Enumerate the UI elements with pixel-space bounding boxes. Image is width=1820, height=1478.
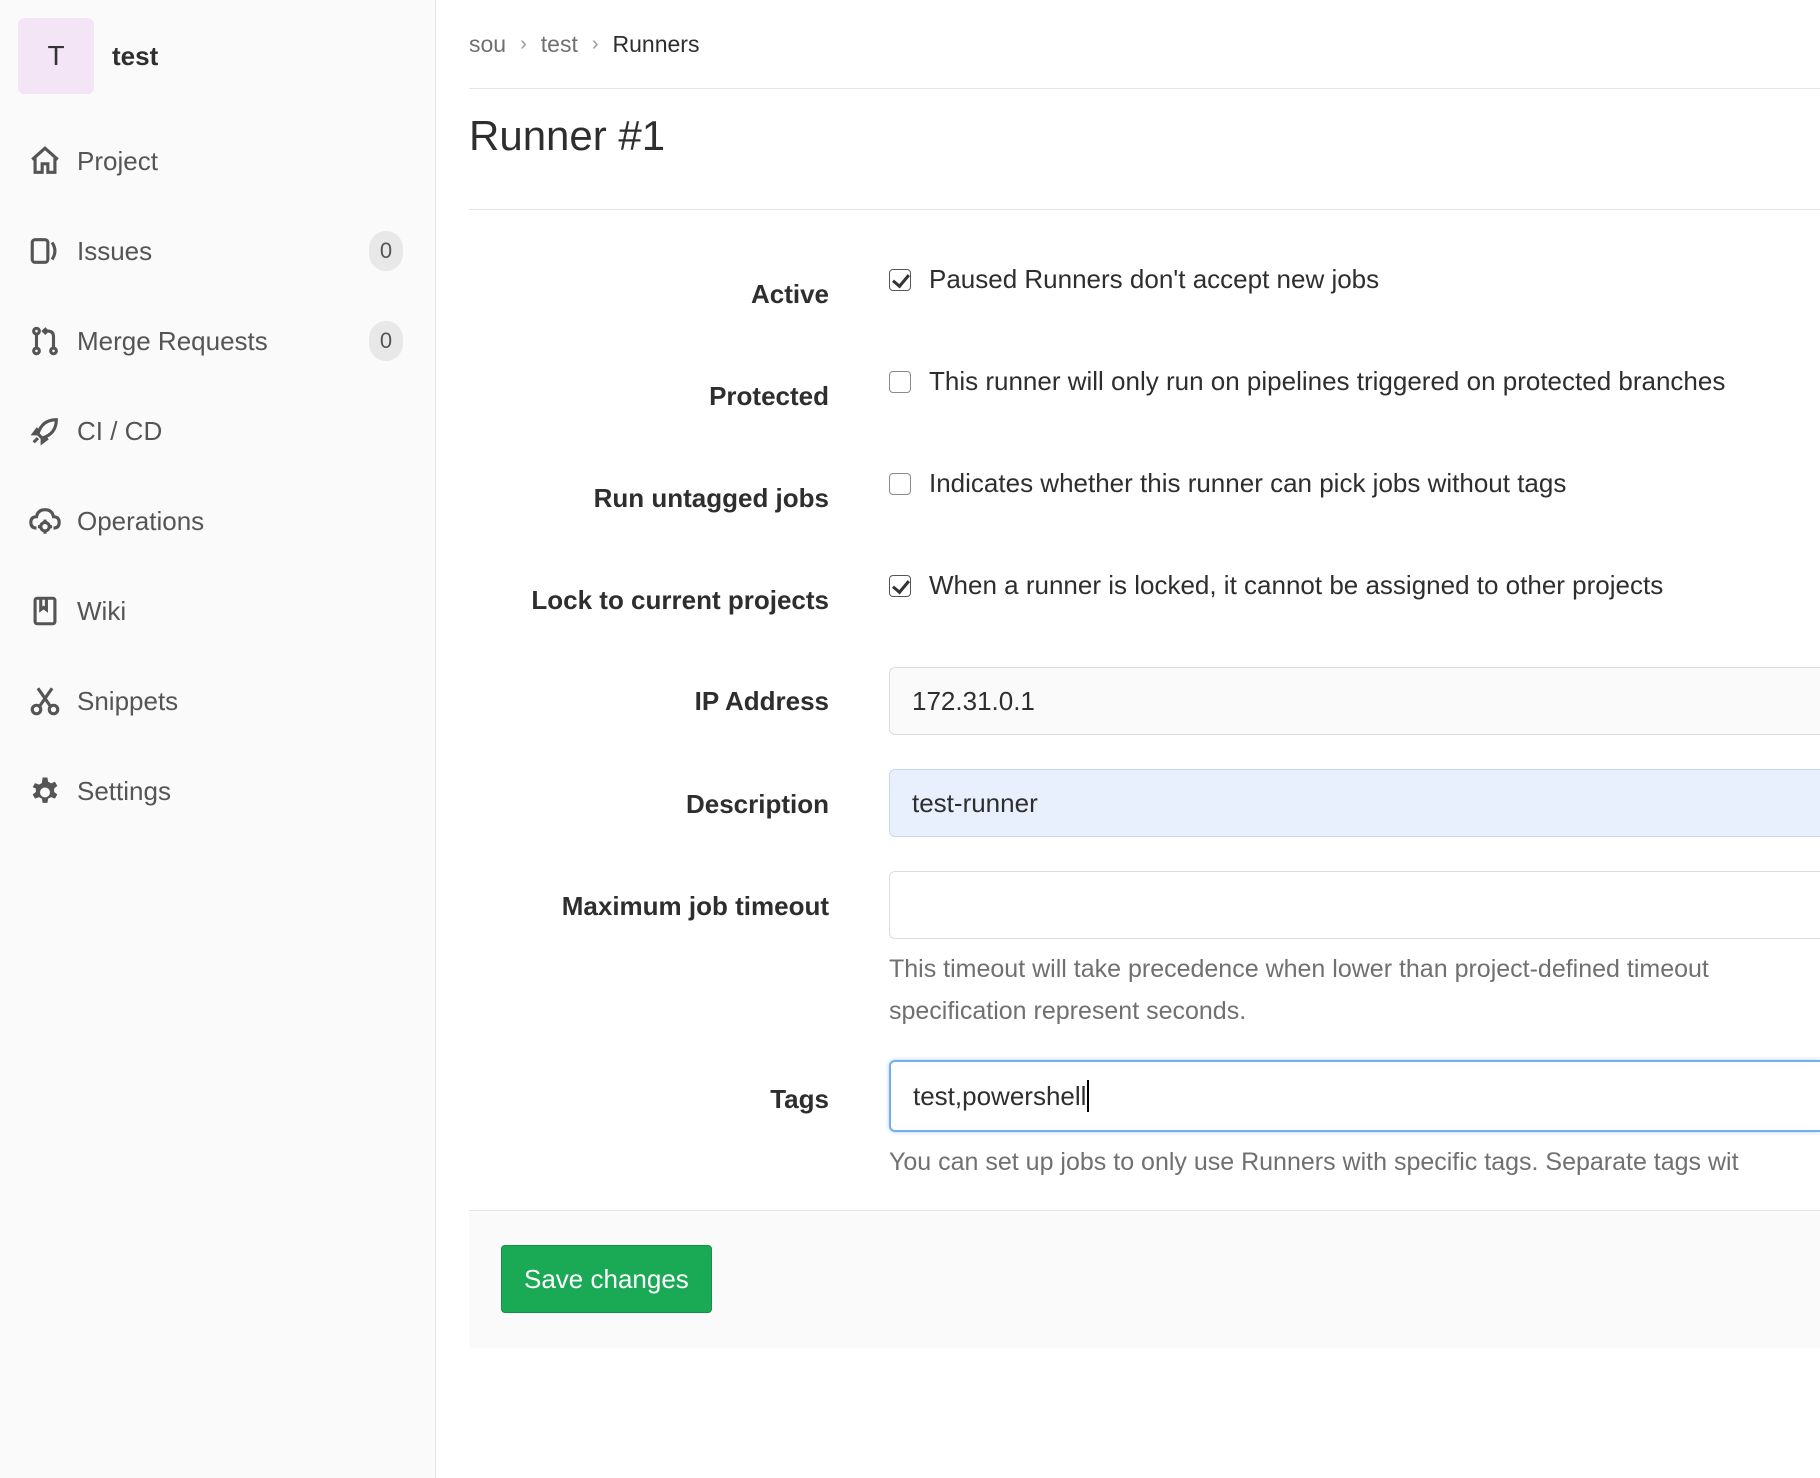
sidebar-item-settings[interactable]: Settings xyxy=(0,746,435,836)
tags-field[interactable]: test,powershell xyxy=(889,1060,1820,1132)
sidebar-item-label: Snippets xyxy=(77,685,179,716)
ip-address-field[interactable]: 172.31.0.1 xyxy=(889,667,1820,735)
page-title: Runner #1 xyxy=(469,112,666,159)
lock-projects-description: When a runner is locked, it cannot be as… xyxy=(929,570,1664,600)
max-timeout-help: This timeout will take precedence when l… xyxy=(889,948,1820,1032)
divider xyxy=(469,88,1820,89)
breadcrumb-item[interactable]: test xyxy=(541,31,578,58)
cloud-gear-icon xyxy=(28,504,62,538)
sidebar-item-label: CI / CD xyxy=(77,415,163,446)
divider xyxy=(469,209,1820,210)
text-caret xyxy=(1087,1080,1090,1112)
breadcrumb-item[interactable]: sou xyxy=(469,31,506,58)
description-field[interactable]: test-runner xyxy=(889,769,1820,837)
sidebar-item-label: Merge Requests xyxy=(77,325,268,356)
protected-description: This runner will only run on pipelines t… xyxy=(929,366,1726,396)
breadcrumb-item-current[interactable]: Runners xyxy=(613,31,700,58)
lock-projects-checkbox[interactable] xyxy=(889,574,911,597)
project-name[interactable]: test xyxy=(112,41,158,72)
sidebar-item-operations[interactable]: Operations xyxy=(0,476,435,566)
description-label: Description xyxy=(685,789,829,819)
active-option[interactable]: Paused Runners don't accept new jobs xyxy=(889,264,1379,295)
run-untagged-description: Indicates whether this runner can pick j… xyxy=(929,468,1567,498)
active-description: Paused Runners don't accept new jobs xyxy=(929,264,1380,294)
sidebar-item-label: Issues xyxy=(77,235,153,266)
tags-value: test,powershell xyxy=(913,1080,1087,1111)
sidebar-header[interactable]: T test xyxy=(18,18,158,94)
sidebar-item-label: Wiki xyxy=(77,595,127,626)
gear-icon xyxy=(28,774,62,808)
book-icon xyxy=(28,594,62,628)
issues-count-badge: 0 xyxy=(369,231,403,271)
sidebar-item-snippets[interactable]: Snippets xyxy=(0,656,435,746)
max-timeout-help-line: This timeout will take precedence when l… xyxy=(889,955,1709,983)
lock-projects-option[interactable]: When a runner is locked, it cannot be as… xyxy=(889,570,1663,601)
chevron-right-icon: › xyxy=(591,32,599,55)
sidebar-item-label: Project xyxy=(77,145,158,176)
max-timeout-field[interactable] xyxy=(889,871,1820,939)
sidebar-item-project[interactable]: Project xyxy=(0,116,435,206)
lock-projects-label: Lock to current projects xyxy=(531,585,829,615)
scissors-icon xyxy=(28,684,62,718)
merge-requests-count-badge: 0 xyxy=(369,321,403,361)
run-untagged-label: Run untagged jobs xyxy=(593,483,829,513)
protected-checkbox[interactable] xyxy=(889,370,911,393)
form-actions: Save changes xyxy=(469,1210,1820,1348)
active-label: Active xyxy=(750,279,829,309)
ip-address-value: 172.31.0.1 xyxy=(912,685,1035,716)
description-value: test-runner xyxy=(912,787,1038,818)
save-changes-button[interactable]: Save changes xyxy=(501,1245,712,1313)
max-timeout-help-line: specification represent seconds. xyxy=(889,997,1247,1025)
sidebar-item-merge-requests[interactable]: Merge Requests 0 xyxy=(0,296,435,386)
chevron-right-icon: › xyxy=(520,32,527,55)
tags-help: You can set up jobs to only use Runners … xyxy=(889,1148,1739,1176)
run-untagged-checkbox[interactable] xyxy=(889,472,911,495)
active-checkbox[interactable] xyxy=(889,268,911,291)
tags-label: Tags xyxy=(770,1084,829,1114)
issues-icon xyxy=(28,234,62,268)
sidebar-item-label: Settings xyxy=(77,775,171,806)
sidebar-item-issues[interactable]: Issues 0 xyxy=(0,206,435,296)
protected-label: Protected xyxy=(709,381,829,411)
sidebar-item-wiki[interactable]: Wiki xyxy=(0,566,435,656)
sidebar-nav: Project Issues 0 Merge Requests 0 CI / C… xyxy=(0,116,435,836)
sidebar-item-label: Operations xyxy=(77,505,205,536)
project-avatar[interactable]: T xyxy=(18,18,94,94)
max-timeout-label: Maximum job timeout xyxy=(561,891,829,921)
main-content: sou › test › Runners Runner #1 Active Pa… xyxy=(469,0,1820,1478)
ip-address-label: IP Address xyxy=(694,686,829,716)
sidebar: T test Project Issues 0 Merge Requests 0 xyxy=(0,0,436,1478)
sidebar-item-ci-cd[interactable]: CI / CD xyxy=(0,386,435,476)
rocket-icon xyxy=(28,414,62,448)
protected-option[interactable]: This runner will only run on pipelines t… xyxy=(889,366,1725,397)
breadcrumb: sou › test › Runners xyxy=(469,26,699,62)
home-icon xyxy=(28,144,62,178)
merge-request-icon xyxy=(28,324,62,358)
run-untagged-option[interactable]: Indicates whether this runner can pick j… xyxy=(889,468,1566,499)
